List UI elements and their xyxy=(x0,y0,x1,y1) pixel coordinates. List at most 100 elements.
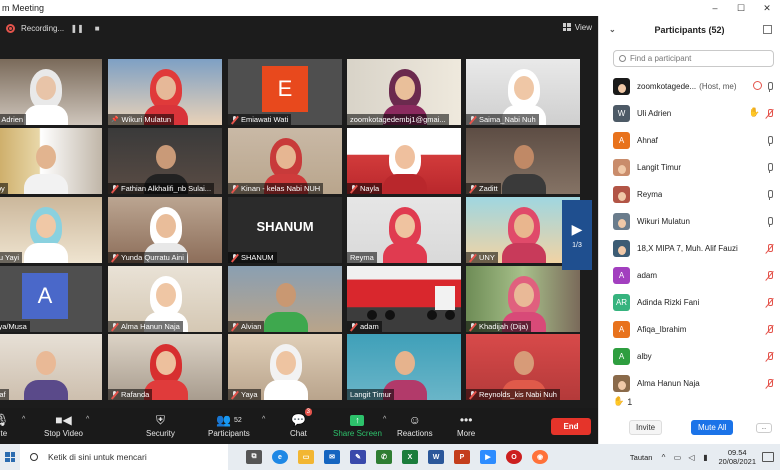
tile-name-bar: nnaf xyxy=(0,389,9,400)
tile-name-bar: Kinan - kelas Nabi NUH xyxy=(228,183,324,194)
popout-icon[interactable] xyxy=(763,25,772,34)
participant-video-tile[interactable]: A Qiya/Musa xyxy=(0,266,102,332)
participant-video-tile[interactable]: Reyma xyxy=(347,197,461,263)
view-button[interactable]: View xyxy=(562,20,592,34)
stop-video-button[interactable]: ■◀ Stop Video xyxy=(44,411,83,438)
participant-row[interactable]: A Afiqa_Ibrahim xyxy=(599,316,780,343)
volume-icon[interactable]: ◁ xyxy=(686,453,696,462)
participant-row[interactable]: A Ahnaf xyxy=(599,127,780,154)
tile-participant-name: UNY xyxy=(479,253,495,262)
participant-search[interactable] xyxy=(613,50,774,67)
task-view-icon[interactable]: ⧉ xyxy=(246,450,262,464)
stop-recording-button[interactable]: ■ xyxy=(90,22,104,34)
edge-icon[interactable]: e xyxy=(272,450,288,464)
share-screen-button[interactable]: ↑ Share Screen xyxy=(333,411,382,438)
audio-options-caret[interactable]: ^ xyxy=(22,416,25,423)
battery-icon[interactable]: ▮ xyxy=(700,453,710,462)
taskbar-search[interactable]: Ketik di sini untuk mencari xyxy=(20,444,228,470)
powerpoint-icon[interactable]: P xyxy=(454,450,470,464)
participant-video-tile[interactable]: Reynolds_kis Nabi Nuh xyxy=(466,334,580,400)
participant-video-tile[interactable]: Zaditt xyxy=(466,128,580,194)
end-meeting-button[interactable]: End xyxy=(551,418,591,435)
participant-video-tile[interactable]: nnaf xyxy=(0,334,102,400)
recording-camera-icon xyxy=(753,81,762,90)
more-button[interactable]: ••• More xyxy=(457,411,475,438)
participant-video-tile[interactable]: Langit Timur xyxy=(347,334,461,400)
participant-row[interactable]: Langit Timur xyxy=(599,154,780,181)
participants-options-caret[interactable]: ^ xyxy=(262,416,265,423)
panel-more-button[interactable]: ... xyxy=(756,423,772,433)
participant-video-tile[interactable]: Uli Adrien xyxy=(0,59,102,125)
video-options-caret[interactable]: ^ xyxy=(86,416,89,423)
participant-video-tile[interactable]: Saima_Nabi Nuh xyxy=(466,59,580,125)
pause-recording-button[interactable]: ❚❚ xyxy=(70,22,84,34)
pen-app-icon[interactable]: ✎ xyxy=(350,450,366,464)
start-button[interactable] xyxy=(0,444,20,470)
mute-button[interactable]: 🎙 ute xyxy=(0,411,9,438)
participant-row[interactable]: AR Adinda Rizki Fani xyxy=(599,289,780,316)
tautan-label[interactable]: Tautan xyxy=(630,453,653,462)
participant-row[interactable]: zoomkotagede... (Host, me) xyxy=(599,73,780,100)
participant-video-tile[interactable]: Khadijah (Dija) xyxy=(466,266,580,332)
zoom-icon[interactable]: ▶ xyxy=(480,450,496,464)
file-explorer-icon[interactable]: ▭ xyxy=(298,450,314,464)
collapse-chevron-icon[interactable]: ⌄ xyxy=(609,25,616,34)
participant-video-tile[interactable]: 📌 Wikuri Mulatun xyxy=(108,59,222,125)
participant-video-tile[interactable]: alby xyxy=(0,128,102,194)
participant-row[interactable]: W Uli Adrien ✋ xyxy=(599,100,780,127)
avatar-letter: A xyxy=(22,272,68,319)
word-icon[interactable]: W xyxy=(428,450,444,464)
tile-participant-name: Rafanda xyxy=(121,390,150,399)
notification-icon[interactable] xyxy=(762,452,774,462)
participant-row[interactable]: Wikuri Mulatun xyxy=(599,208,780,235)
mail-icon[interactable]: ✉ xyxy=(324,450,340,464)
muted-microphone-icon xyxy=(231,115,238,124)
participant-row[interactable]: Aadam xyxy=(599,262,780,289)
firefox-icon[interactable]: ◉ xyxy=(532,450,548,464)
participant-row[interactable]: Reyma xyxy=(599,181,780,208)
excel-icon[interactable]: X xyxy=(402,450,418,464)
microphone-icon xyxy=(765,163,774,173)
chevron-up-icon[interactable]: ^ xyxy=(658,453,668,462)
tile-participant-name: Reynolds_kis Nabi Nuh xyxy=(479,390,557,399)
taskbar-clock[interactable]: 09.54 20/08/2021 xyxy=(718,448,756,466)
participant-row[interactable]: Alma Hanun Naja xyxy=(599,370,780,397)
share-options-caret[interactable]: ^ xyxy=(383,416,386,423)
chat-badge: 3 xyxy=(304,408,312,416)
reactions-button[interactable]: ☺ Reactions xyxy=(397,411,433,438)
participant-video-tile[interactable]: adam xyxy=(347,266,461,332)
network-icon[interactable]: ▭ xyxy=(672,453,682,462)
participant-video-tile[interactable]: E Emiawati Wati xyxy=(228,59,342,125)
close-button[interactable]: ✕ xyxy=(754,0,780,16)
participant-video-tile[interactable]: Alvian xyxy=(228,266,342,332)
raised-hand-count: 1 xyxy=(627,396,633,407)
participant-video-tile[interactable]: Yunda Qurratu Aini xyxy=(108,197,222,263)
participant-video-tile[interactable]: Alma Hanun Naja xyxy=(108,266,222,332)
participants-panel-title: Participants (52) xyxy=(654,25,725,35)
participant-video-tile[interactable]: ayu Yayi xyxy=(0,197,102,263)
participant-search-input[interactable] xyxy=(630,54,770,63)
participant-video-tile[interactable]: Fathian Alkhalifi_nb Sulai... xyxy=(108,128,222,194)
muted-microphone-icon xyxy=(765,109,774,119)
mute-all-button[interactable]: Mute All xyxy=(691,420,734,435)
participant-row[interactable]: Aalby xyxy=(599,343,780,370)
participant-row[interactable]: 18,X MIPA 7, Muh. Alif Fauzi xyxy=(599,235,780,262)
next-page-button[interactable]: ▶ 1/3 xyxy=(562,200,592,270)
participants-button[interactable]: 👥 52 Participants xyxy=(208,411,250,438)
participant-video-tile[interactable]: Yaya xyxy=(228,334,342,400)
video-feed xyxy=(0,128,102,194)
participant-video-tile[interactable]: SHANUM SHANUM xyxy=(228,197,342,263)
maximize-button[interactable]: ☐ xyxy=(728,0,754,16)
invite-button[interactable]: Invite xyxy=(629,420,663,435)
participant-video-tile[interactable]: Rafanda xyxy=(108,334,222,400)
tile-name-bar: Alma Hanun Naja xyxy=(108,321,183,332)
opera-icon[interactable]: O xyxy=(506,450,522,464)
participant-video-tile[interactable]: Kinan - kelas Nabi NUH xyxy=(228,128,342,194)
whatsapp-icon[interactable]: ✆ xyxy=(376,450,392,464)
participant-name: Reyma xyxy=(637,190,663,199)
security-button[interactable]: ⛨ Security xyxy=(146,411,175,439)
participant-video-tile[interactable]: Nayla xyxy=(347,128,461,194)
minimize-button[interactable]: – xyxy=(702,0,728,16)
participant-video-tile[interactable]: zoomkotagedembj1@gmai... xyxy=(347,59,461,125)
chat-button[interactable]: 💬 3 Chat xyxy=(290,408,312,438)
